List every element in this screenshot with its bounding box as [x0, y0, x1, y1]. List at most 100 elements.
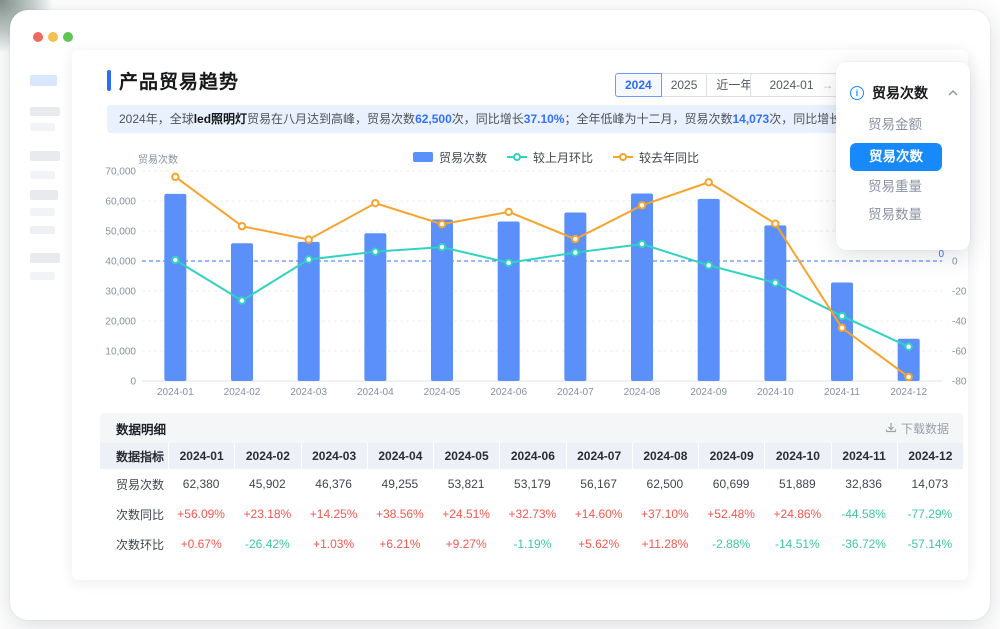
- summary-segment: 2024年，全球: [119, 112, 194, 126]
- data-table-section: 数据明细 下载数据 数据指标2024-012024-022024-032024-…: [100, 413, 963, 559]
- sidebar-item[interactable]: [30, 151, 60, 161]
- screenshot-stage: 产品贸易趋势 20242025近一年 2024-01 → 2024-12 202…: [0, 0, 1000, 629]
- metric-dropdown-trigger[interactable]: i 贸易次数: [850, 80, 958, 106]
- sidebar-item[interactable]: [30, 226, 55, 234]
- trade-count-bar[interactable]: [631, 194, 653, 382]
- mom-point[interactable]: [905, 344, 911, 350]
- table-cell: +14.25%: [301, 499, 367, 529]
- table-cell: 14,073: [897, 469, 963, 499]
- yoy-point[interactable]: [305, 236, 311, 242]
- table-cell: 62,380: [168, 469, 234, 499]
- yoy-point[interactable]: [239, 223, 245, 229]
- table-cell: 53,821: [433, 469, 499, 499]
- table-cell: -1.19%: [499, 529, 565, 559]
- trade-count-bar[interactable]: [764, 225, 786, 381]
- mom-point[interactable]: [239, 297, 245, 303]
- trade-count-bar[interactable]: [498, 221, 520, 381]
- mom-point[interactable]: [439, 244, 445, 250]
- x-axis-label: 2024-12: [890, 387, 927, 398]
- trade-count-bar[interactable]: [698, 199, 720, 381]
- mom-point[interactable]: [172, 257, 178, 263]
- x-axis-label: 2024-11: [824, 387, 860, 398]
- sidebar-item[interactable]: [30, 253, 60, 263]
- year-tab-2025[interactable]: 2025: [662, 73, 708, 97]
- right-axis-label: -20: [952, 287, 967, 298]
- right-axis-label: -80: [952, 377, 967, 388]
- yoy-point[interactable]: [839, 325, 845, 331]
- sidebar-item[interactable]: [30, 190, 58, 200]
- trade-count-bar[interactable]: [231, 243, 253, 381]
- mom-point[interactable]: [305, 256, 311, 262]
- table-toolbar: 数据明细 下载数据: [100, 413, 963, 443]
- x-axis-label: 2024-10: [757, 387, 794, 398]
- sidebar-item-active[interactable]: [30, 75, 57, 86]
- yoy-point[interactable]: [905, 374, 911, 380]
- table-cell: +56.09%: [168, 499, 234, 529]
- metric-dropdown-panel: i 贸易次数 贸易金额贸易次数贸易重量贸易数量: [836, 62, 970, 250]
- metric-option-1[interactable]: 贸易金额: [836, 112, 970, 138]
- table-body: 贸易次数62,38045,90246,37649,25553,82153,179…: [100, 469, 963, 559]
- sidebar-item[interactable]: [30, 107, 60, 116]
- table-cell: +5.62%: [566, 529, 632, 559]
- table-header-cell: 2024-04: [368, 443, 433, 469]
- yoy-point[interactable]: [439, 221, 445, 227]
- right-axis-label: -60: [952, 347, 967, 358]
- metric-option-4[interactable]: 贸易数量: [836, 202, 970, 228]
- metric-option-3[interactable]: 贸易重量: [836, 174, 970, 200]
- mom-point[interactable]: [572, 249, 578, 255]
- table-cell: +38.56%: [367, 499, 433, 529]
- mom-point[interactable]: [372, 248, 378, 254]
- yoy-point[interactable]: [705, 179, 711, 185]
- summary-segment: 62,500: [415, 112, 452, 126]
- window-controls: [33, 32, 73, 42]
- yoy-point[interactable]: [172, 174, 178, 180]
- x-axis-label: 2024-05: [424, 387, 461, 398]
- table-cell: +6.21%: [367, 529, 433, 559]
- year-tab-2024[interactable]: 2024: [615, 73, 662, 97]
- download-data-button[interactable]: 下载数据: [885, 420, 949, 437]
- trend-card: 产品贸易趋势 20242025近一年 2024-01 → 2024-12 202…: [72, 50, 968, 580]
- summary-segment: 次，同比增长: [452, 112, 524, 126]
- table-cell: 49,255: [367, 469, 433, 499]
- mom-point[interactable]: [639, 241, 645, 247]
- summary-segment: led照明灯: [194, 112, 247, 126]
- yoy-point[interactable]: [505, 209, 511, 215]
- table-cell: 56,167: [566, 469, 632, 499]
- summary-segment: 14,073: [733, 112, 770, 126]
- zoom-window-icon[interactable]: [63, 32, 73, 42]
- chevron-up-icon: [948, 90, 958, 96]
- summary-segment: 次，同比增长: [769, 112, 841, 126]
- zero-reference-label: 0: [938, 249, 944, 260]
- table-header-cell: 2024-12: [898, 443, 963, 469]
- title-accent-bar: [107, 70, 111, 91]
- summary-segment: ；全年低峰为十二月，贸易次数: [564, 112, 732, 126]
- table-header-cell: 2024-10: [765, 443, 830, 469]
- table-cell: +23.18%: [234, 499, 300, 529]
- metric-option-2-selected[interactable]: 贸易次数: [850, 143, 942, 171]
- yoy-point[interactable]: [639, 202, 645, 208]
- table-cell: 32,836: [831, 469, 897, 499]
- yoy-point[interactable]: [372, 200, 378, 206]
- table-cell: +0.67%: [168, 529, 234, 559]
- mom-point[interactable]: [839, 313, 845, 319]
- row-label: 次数环比: [100, 529, 168, 559]
- table-cell: +11.28%: [632, 529, 698, 559]
- table-row: 贸易次数62,38045,90246,37649,25553,82153,179…: [100, 469, 963, 499]
- mom-point[interactable]: [505, 260, 511, 266]
- x-axis-label: 2024-09: [690, 387, 727, 398]
- close-window-icon[interactable]: [33, 32, 43, 42]
- sidebar-item[interactable]: [30, 272, 55, 280]
- yoy-point[interactable]: [772, 221, 778, 227]
- sidebar-item[interactable]: [30, 123, 55, 131]
- left-axis-label: 50,000: [105, 227, 136, 238]
- minimize-window-icon[interactable]: [48, 32, 58, 42]
- mom-point[interactable]: [772, 280, 778, 286]
- sidebar-item[interactable]: [30, 171, 55, 179]
- sidebar-item[interactable]: [30, 208, 55, 216]
- table-cell: 46,376: [301, 469, 367, 499]
- yoy-point[interactable]: [572, 236, 578, 242]
- table-cell: +9.27%: [433, 529, 499, 559]
- trade-count-bar[interactable]: [164, 194, 186, 381]
- mom-point[interactable]: [705, 262, 711, 268]
- table-cell: 60,699: [698, 469, 764, 499]
